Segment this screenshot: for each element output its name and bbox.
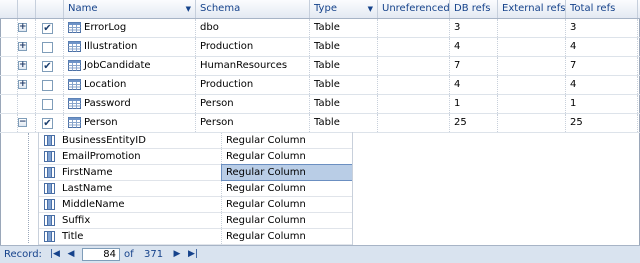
cell-unreferenced <box>378 38 450 56</box>
cell-type: Table <box>310 76 378 94</box>
of-label: of <box>124 249 134 260</box>
table-icon <box>68 117 81 128</box>
cell-external-refs <box>498 19 566 37</box>
table-row[interactable]: − ✔ Person Person Table 25 25 <box>0 114 640 133</box>
cell-name: Password <box>64 95 196 113</box>
row-checkbox[interactable] <box>42 99 53 110</box>
cell-schema: Production <box>196 38 310 56</box>
expand-button[interactable]: + <box>18 80 27 89</box>
cell-name: ErrorLog <box>64 19 196 37</box>
table-row[interactable]: + ✔ ErrorLog dbo Table 3 3 <box>0 19 640 38</box>
cell-name: Illustration <box>64 38 196 56</box>
cell-type: Table <box>310 19 378 37</box>
cell-unreferenced <box>378 114 450 132</box>
header-spacer <box>0 0 18 18</box>
cell-type: Table <box>310 95 378 113</box>
table-icon <box>68 98 81 109</box>
record-navigator: Record: |◀ ◀ 84 of 371 ▶ ▶| <box>0 245 640 263</box>
header-db-refs[interactable]: DB refs <box>450 0 498 18</box>
record-number-input[interactable]: 84 <box>82 248 120 261</box>
record-total: 371 <box>144 249 164 260</box>
table-row[interactable]: + ✔ JobCandidate HumanResources Table 7 7 <box>0 57 640 76</box>
header-external-refs[interactable]: External refs <box>498 0 566 18</box>
row-gutter <box>0 114 18 132</box>
cell-name: JobCandidate <box>64 57 196 75</box>
tree-connector <box>28 133 29 243</box>
cell-db-refs: 7 <box>450 57 498 75</box>
row-gutter <box>0 76 18 94</box>
cell-total-refs: 7 <box>566 57 638 75</box>
cell-external-refs <box>498 57 566 75</box>
cell-type: Table <box>310 38 378 56</box>
collapse-button[interactable]: − <box>18 118 27 127</box>
cell-total-refs: 1 <box>566 95 638 113</box>
cell-name: Person <box>64 114 196 132</box>
prev-record-button[interactable]: ◀ <box>64 247 78 261</box>
header-type[interactable]: Type ▼ <box>310 0 378 18</box>
row-gutter <box>0 57 18 75</box>
expand-button[interactable]: + <box>18 23 27 32</box>
expand-button[interactable]: + <box>18 42 27 51</box>
cell-unreferenced <box>378 95 450 113</box>
header-total-refs[interactable]: Total refs <box>566 0 638 18</box>
cell-db-refs: 4 <box>450 76 498 94</box>
row-gutter <box>0 38 18 56</box>
table-row[interactable]: + Location Production Table 4 4 <box>0 76 640 95</box>
cell-unreferenced <box>378 76 450 94</box>
header-unreferenced[interactable]: Unreferenced <box>378 0 450 18</box>
row-checkbox[interactable] <box>42 42 53 53</box>
table-row[interactable]: + Illustration Production Table 4 4 <box>0 38 640 57</box>
column-menu-icon[interactable]: ▼ <box>368 0 373 18</box>
cell-db-refs: 3 <box>450 19 498 37</box>
row-checkbox[interactable] <box>42 80 53 91</box>
cell-db-refs: 4 <box>450 38 498 56</box>
last-record-button[interactable]: ▶| <box>186 247 200 261</box>
cell-total-refs: 4 <box>566 38 638 56</box>
cell-unreferenced <box>378 57 450 75</box>
column-header: Name ▼ Schema Type ▼ Unreferenced DB refs … <box>0 0 640 19</box>
cell-schema: dbo <box>196 19 310 37</box>
table-row[interactable]: Password Person Table 1 1 <box>0 95 640 114</box>
cell-schema: Person <box>196 114 310 132</box>
header-name[interactable]: Name ▼ <box>64 0 196 18</box>
header-schema[interactable]: Schema <box>196 0 310 18</box>
row-checkbox[interactable]: ✔ <box>42 23 53 34</box>
cell-db-refs: 1 <box>450 95 498 113</box>
expand-button[interactable]: + <box>18 61 27 70</box>
cell-type: Table <box>310 57 378 75</box>
first-record-button[interactable]: |◀ <box>48 247 62 261</box>
header-expander <box>18 0 36 18</box>
cell-total-refs: 3 <box>566 19 638 37</box>
cell-type: Table <box>310 114 378 132</box>
header-select <box>36 0 64 18</box>
record-label: Record: <box>4 249 42 260</box>
next-record-button[interactable]: ▶ <box>170 247 184 261</box>
table-icon <box>68 79 81 90</box>
table-icon <box>68 22 81 33</box>
row-gutter <box>0 95 18 113</box>
cell-schema: Person <box>196 95 310 113</box>
cell-schema: HumanResources <box>196 57 310 75</box>
cell-external-refs <box>498 76 566 94</box>
row-checkbox[interactable]: ✔ <box>42 118 53 129</box>
cell-total-refs: 4 <box>566 76 638 94</box>
cell-name: Location <box>64 76 196 94</box>
cell-external-refs <box>498 114 566 132</box>
cell-external-refs <box>498 38 566 56</box>
row-gutter <box>18 95 36 113</box>
cell-schema: Production <box>196 76 310 94</box>
cell-unreferenced <box>378 19 450 37</box>
column-menu-icon[interactable]: ▼ <box>186 0 191 18</box>
row-gutter <box>0 19 18 37</box>
cell-db-refs: 25 <box>450 114 498 132</box>
cell-external-refs <box>498 95 566 113</box>
table-icon <box>68 60 81 71</box>
cell-total-refs: 25 <box>566 114 638 132</box>
row-checkbox[interactable]: ✔ <box>42 61 53 72</box>
table-icon <box>68 41 81 52</box>
detail-grid <box>38 132 353 245</box>
